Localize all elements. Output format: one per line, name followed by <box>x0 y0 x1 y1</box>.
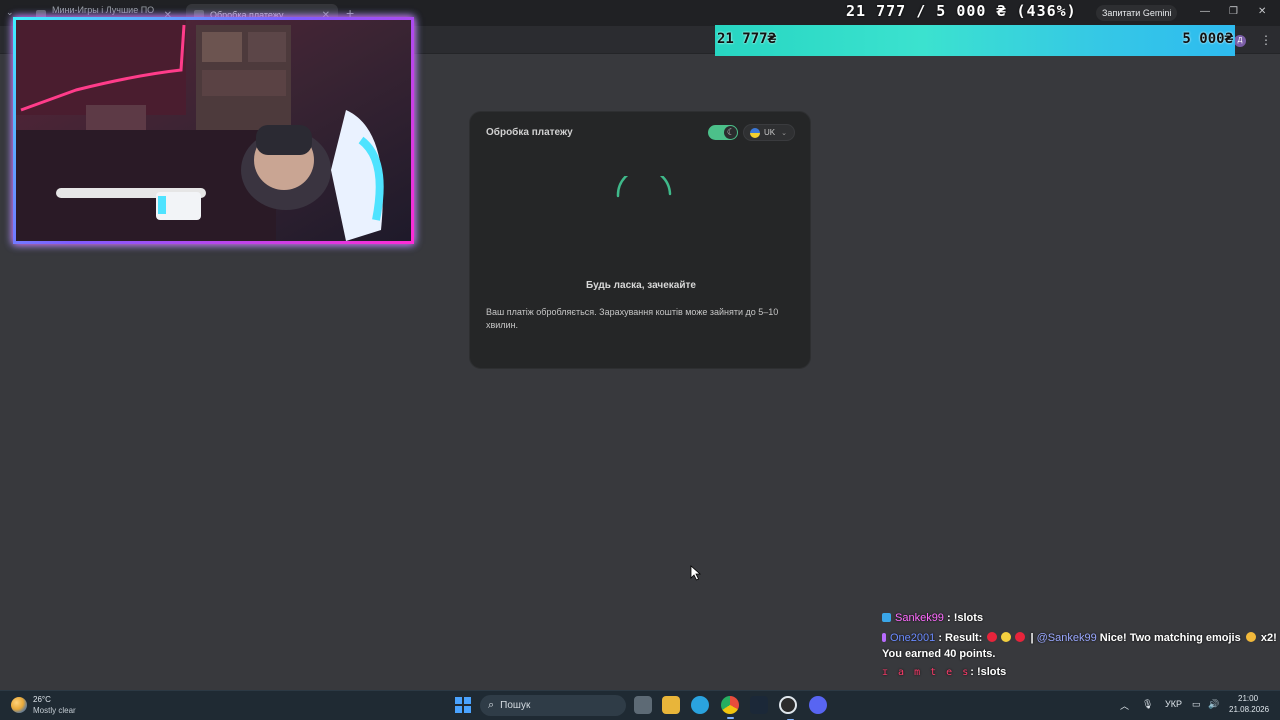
ukraine-flag-icon <box>750 127 760 138</box>
chat-text: : !slots <box>970 666 1007 678</box>
input-language[interactable]: УКР <box>1165 699 1182 709</box>
chat-multiplier: x2! <box>1260 632 1277 644</box>
chat-message: ɪ a m t e s: !slots <box>882 666 1006 678</box>
chat-username: ɪ a m t e s <box>882 667 971 678</box>
avatar[interactable]: Д <box>1234 35 1246 47</box>
goal-target: 5 000₴ <box>1182 31 1233 47</box>
weather-desc[interactable]: Mostly clear <box>33 706 76 715</box>
goal-progress-bar: 21 777₴ 5 000₴ <box>715 25 1235 56</box>
search-icon: ⌕ <box>488 699 495 711</box>
cherry-emoji-icon <box>1015 632 1026 642</box>
card-title: Обробка платежу <box>486 127 573 138</box>
microphone-icon[interactable]: 🎙 <box>1142 699 1153 710</box>
discord-icon[interactable] <box>809 696 827 714</box>
chevron-down-icon: ⌄ <box>781 129 787 137</box>
wait-title: Будь ласка, зачекайте <box>586 280 696 291</box>
task-view-icon[interactable] <box>634 696 652 714</box>
goal-current: 21 777₴ <box>717 31 777 47</box>
weather-icon[interactable] <box>11 697 27 713</box>
mouse-cursor-icon <box>690 565 702 581</box>
file-explorer-icon[interactable] <box>662 696 680 714</box>
steam-icon[interactable] <box>750 696 768 714</box>
chrome-icon[interactable] <box>721 696 739 719</box>
wait-description: Ваш платіж обробляється. Зарахування кош… <box>486 307 779 330</box>
goal-summary: 21 777 / 5 000 ₴ (436%) <box>846 2 1077 20</box>
network-icon[interactable]: ▭ <box>1192 699 1201 710</box>
chat-username: One2001 <box>890 632 936 644</box>
restore-icon[interactable]: ❐ <box>1229 6 1238 17</box>
webcam-feed <box>13 17 414 244</box>
windows-start-icon[interactable] <box>455 697 471 713</box>
webcam-image <box>16 20 411 241</box>
chat-message: Sankek99 : !slots <box>882 612 983 624</box>
obs-icon[interactable] <box>779 696 797 720</box>
cherry-emoji-icon <box>987 632 998 642</box>
clock-date[interactable]: 21.08.2026 <box>1229 705 1269 714</box>
smiley-emoji-icon <box>1245 632 1256 642</box>
chat-message-continuation: You earned 40 points. <box>882 648 996 660</box>
clock-time[interactable]: 21:00 <box>1238 694 1258 703</box>
chat-mention: @Sankek99 <box>1036 632 1097 644</box>
minimize-icon[interactable]: — <box>1200 6 1210 17</box>
language-label: UK <box>764 128 776 137</box>
theme-toggle[interactable]: ☾ <box>708 125 738 140</box>
chat-message: One2001 : Result: | @Sankek99 Nice! Two … <box>882 632 1277 644</box>
chat-username: Sankek99 <box>895 612 944 624</box>
telegram-icon[interactable] <box>691 696 709 714</box>
chat-text: : Result: <box>938 632 983 644</box>
moon-icon: ☾ <box>726 127 735 137</box>
chat-badge-icon <box>882 633 886 642</box>
loading-spinner <box>616 176 672 198</box>
chat-badge-icon <box>882 613 891 622</box>
banana-emoji-icon <box>1001 632 1012 642</box>
chat-text: : !slots <box>947 612 984 624</box>
close-window-icon[interactable]: ✕ <box>1258 6 1266 17</box>
volume-icon[interactable]: 🔊 <box>1208 699 1219 710</box>
weather-temp[interactable]: 26°C <box>33 695 51 704</box>
more-menu-icon[interactable]: ⋮ <box>1260 33 1272 47</box>
search-placeholder: Пошук <box>500 700 531 711</box>
taskbar: 26°C Mostly clear ⌕ Пошук ︿ 🎙 УКР ▭ 🔊 21… <box>0 690 1280 720</box>
gemini-button[interactable]: Запитати Gemini <box>1096 5 1178 21</box>
payment-card: Обробка платежу ☾ UK ⌄ Будь ласка, зачек… <box>469 111 811 369</box>
taskbar-search[interactable]: ⌕ Пошук <box>480 695 626 716</box>
language-select[interactable]: UK ⌄ <box>743 124 795 141</box>
chat-text: Nice! Two matching emojis <box>1099 632 1241 644</box>
chevron-up-icon[interactable]: ︿ <box>1120 699 1129 712</box>
